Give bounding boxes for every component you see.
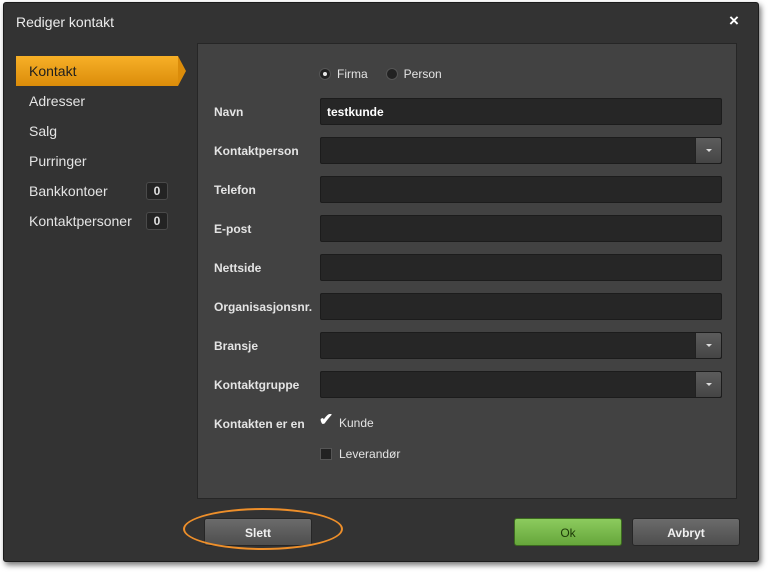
bransje-label: Bransje: [214, 339, 259, 353]
sidebar-item-kontaktpersoner[interactable]: Kontaktpersoner 0: [16, 206, 186, 236]
orgnr-input[interactable]: [321, 294, 721, 319]
kunde-checkbox[interactable]: ✔: [319, 411, 333, 429]
kontaktgruppe-label: Kontaktgruppe: [214, 378, 300, 392]
chevron-down-icon[interactable]: [695, 333, 721, 358]
nettside-label: Nettside: [214, 261, 262, 275]
kontaktperson-dropdown[interactable]: [320, 137, 722, 164]
nettside-field: [320, 254, 722, 281]
navn-label: Navn: [214, 105, 244, 119]
kontaktperson-label: Kontaktperson: [214, 144, 299, 158]
chevron-down-icon[interactable]: [695, 372, 721, 397]
telefon-label: Telefon: [214, 183, 256, 197]
sidebar-item-label: Adresser: [29, 93, 86, 109]
sidebar-item-salg[interactable]: Salg: [16, 116, 186, 146]
leverandor-checkbox-row: Leverandør: [320, 446, 400, 462]
edit-contact-dialog: Rediger kontakt × Kontakt Adresser Salg …: [3, 2, 759, 562]
bransje-dropdown[interactable]: [320, 332, 722, 359]
delete-button[interactable]: Slett: [204, 518, 312, 546]
cancel-button[interactable]: Avbryt: [632, 518, 740, 546]
leverandor-checkbox[interactable]: [320, 448, 332, 460]
person-radio-label: Person: [403, 67, 442, 81]
navn-input[interactable]: [321, 99, 721, 124]
person-radio[interactable]: [385, 68, 398, 80]
epost-input[interactable]: [321, 216, 721, 241]
chevron-down-icon[interactable]: [695, 138, 721, 163]
ok-button[interactable]: Ok: [514, 518, 622, 546]
leverandor-label: Leverandør: [339, 447, 401, 461]
checkmark-icon: ✔: [319, 410, 334, 429]
sidebar-item-purringer[interactable]: Purringer: [16, 146, 186, 176]
firma-radio-label: Firma: [337, 67, 368, 81]
bransje-input[interactable]: [321, 333, 721, 358]
sidebar-item-label: Kontaktpersoner: [29, 213, 132, 229]
count-badge: 0: [146, 182, 168, 200]
kontaktperson-input[interactable]: [321, 138, 721, 163]
navn-field: [320, 98, 722, 125]
count-badge: 0: [146, 212, 168, 230]
sidebar-item-kontakt[interactable]: Kontakt: [16, 56, 186, 86]
sidebar: Kontakt Adresser Salg Purringer Bankkont…: [16, 56, 186, 236]
close-icon[interactable]: ×: [726, 12, 742, 29]
epost-field: [320, 215, 722, 242]
firma-radio[interactable]: [319, 68, 331, 80]
sidebar-item-label: Bankkontoer: [29, 183, 108, 199]
telefon-field: [320, 176, 722, 203]
orgnr-field: [320, 293, 722, 320]
sidebar-item-adresser[interactable]: Adresser: [16, 86, 186, 116]
sidebar-item-label: Salg: [29, 123, 58, 139]
dialog-title: Rediger kontakt: [16, 14, 115, 30]
role-label: Kontakten er en: [214, 417, 305, 431]
kunde-checkbox-row: ✔ Kunde: [319, 411, 374, 431]
contact-form-panel: Firma Person Navn Kontaktperson Telefon …: [197, 43, 737, 499]
kontaktgruppe-dropdown[interactable]: [320, 371, 722, 398]
telefon-input[interactable]: [321, 177, 721, 202]
sidebar-item-label: Purringer: [29, 153, 87, 169]
contact-type-radio-group: Firma Person: [319, 66, 460, 82]
kontaktgruppe-input[interactable]: [321, 372, 721, 397]
nettside-input[interactable]: [321, 255, 721, 280]
epost-label: E-post: [214, 222, 252, 236]
orgnr-label: Organisasjonsnr.: [214, 300, 313, 314]
kunde-label: Kunde: [339, 416, 374, 430]
sidebar-item-label: Kontakt: [29, 63, 77, 79]
sidebar-item-bankkontoer[interactable]: Bankkontoer 0: [16, 176, 186, 206]
